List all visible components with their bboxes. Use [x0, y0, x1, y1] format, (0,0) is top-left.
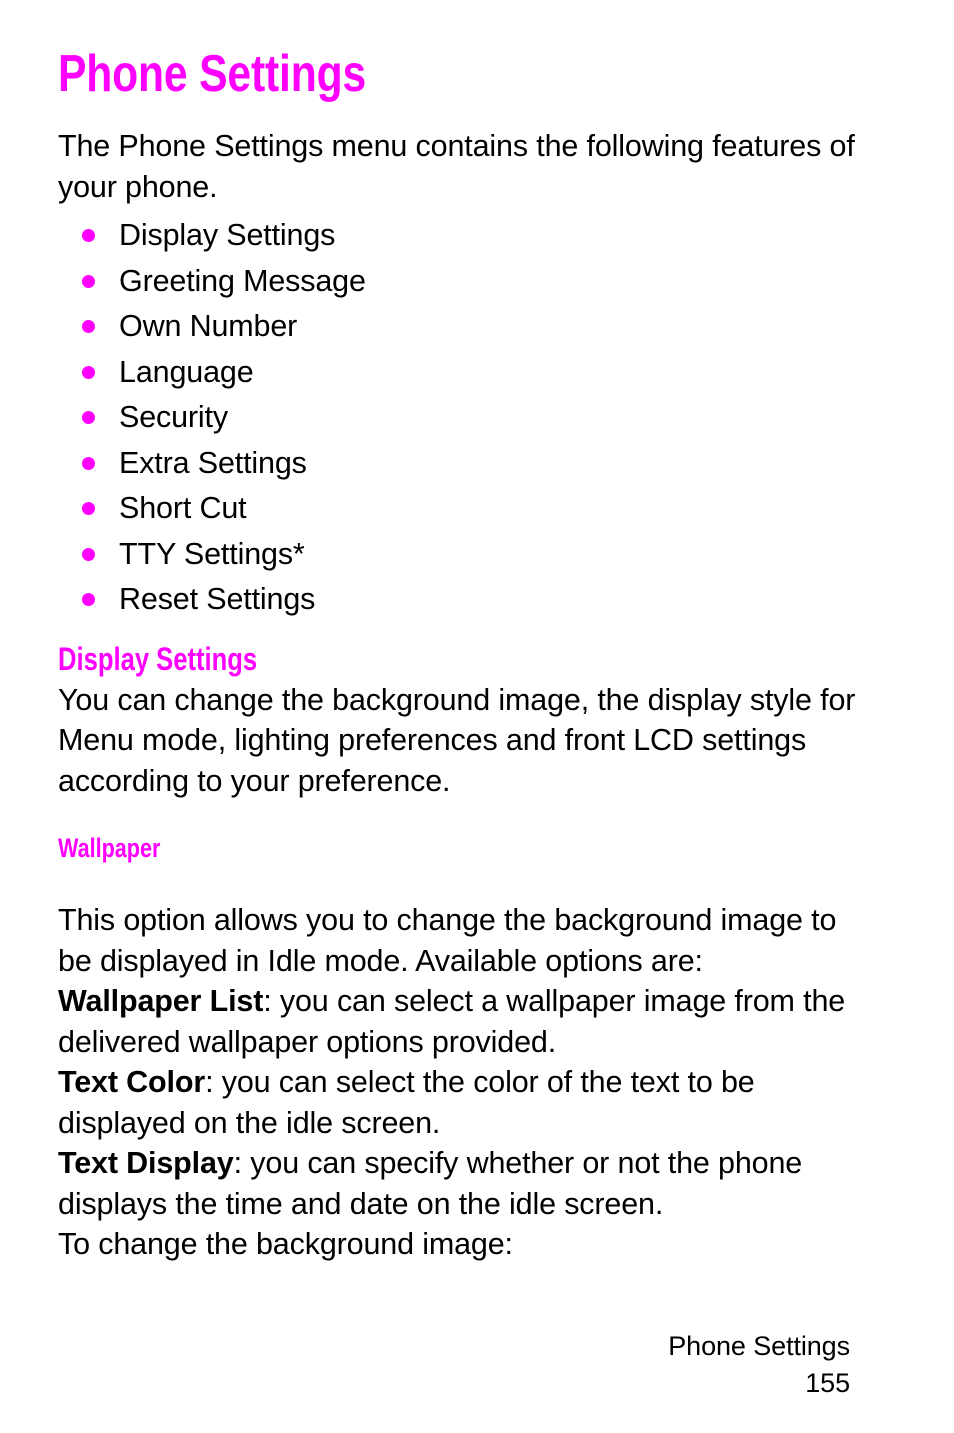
- option-separator: :: [263, 984, 280, 1018]
- bullet-icon: [82, 365, 95, 379]
- option-label: Text Color: [58, 1065, 206, 1099]
- wallpaper-option-paragraph: Text Display: you can specify whether or…: [58, 1143, 878, 1224]
- document-page: Phone Settings The Phone Settings menu c…: [0, 0, 954, 1433]
- bullet-icon: [82, 547, 95, 561]
- list-item: Display Settings: [58, 213, 878, 259]
- wallpaper-option-paragraph: Text Color: you can select the color of …: [58, 1062, 878, 1143]
- wallpaper-closing-paragraph: To change the background image:: [58, 1227, 513, 1261]
- list-item: Short Cut: [58, 486, 878, 532]
- list-item-label: Language: [119, 354, 254, 389]
- bullet-icon: [82, 502, 95, 516]
- list-item-label: Display Settings: [119, 218, 336, 252]
- list-item-label: Extra Settings: [119, 445, 307, 480]
- wallpaper-intro-paragraph: This option allows you to change the bac…: [58, 903, 837, 978]
- list-item-label: TTY Settings*: [119, 536, 305, 571]
- display-settings-paragraph: You can change the background image, the…: [58, 682, 856, 798]
- list-item: Own Number: [58, 304, 878, 350]
- list-item-label: Greeting Message: [119, 263, 366, 298]
- sub-heading-wallpaper: Wallpaper: [58, 833, 161, 863]
- list-item: Security: [58, 395, 878, 441]
- list-item-label: Reset Settings: [119, 582, 316, 616]
- bullet-icon: [82, 320, 95, 334]
- bullet-icon: [82, 274, 95, 288]
- option-separator: :: [205, 1065, 222, 1099]
- bullet-icon: [82, 593, 95, 607]
- list-item-label: Security: [119, 400, 228, 434]
- bullet-icon: [82, 229, 95, 243]
- list-item: TTY Settings*: [58, 532, 878, 578]
- page-footer: Phone Settings 155: [450, 1328, 850, 1402]
- list-item: Reset Settings: [58, 577, 878, 623]
- list-item-label: Short Cut: [119, 491, 247, 525]
- wallpaper-option-paragraph: Wallpaper List: you can select a wallpap…: [58, 981, 878, 1062]
- option-separator: :: [233, 1146, 251, 1180]
- list-item: Extra Settings: [58, 441, 878, 487]
- option-label: Wallpaper List: [58, 984, 264, 1018]
- bullet-icon: [82, 456, 95, 470]
- section-heading-display-settings: Display Settings: [58, 640, 258, 677]
- list-item-label: Own Number: [119, 309, 298, 343]
- page-content: Phone Settings The Phone Settings menu c…: [58, 0, 878, 1265]
- list-item: Language: [58, 350, 878, 396]
- list-item: Greeting Message: [58, 259, 878, 305]
- footer-section-name: Phone Settings: [668, 1331, 850, 1361]
- option-label: Text Display: [58, 1146, 234, 1180]
- page-title: Phone Settings: [58, 45, 367, 103]
- intro-paragraph: The Phone Settings menu contains the fol…: [58, 129, 855, 204]
- feature-list: Display Settings Greeting Message Own Nu…: [58, 207, 878, 623]
- bullet-icon: [82, 411, 95, 425]
- footer-page-number: 155: [805, 1368, 850, 1398]
